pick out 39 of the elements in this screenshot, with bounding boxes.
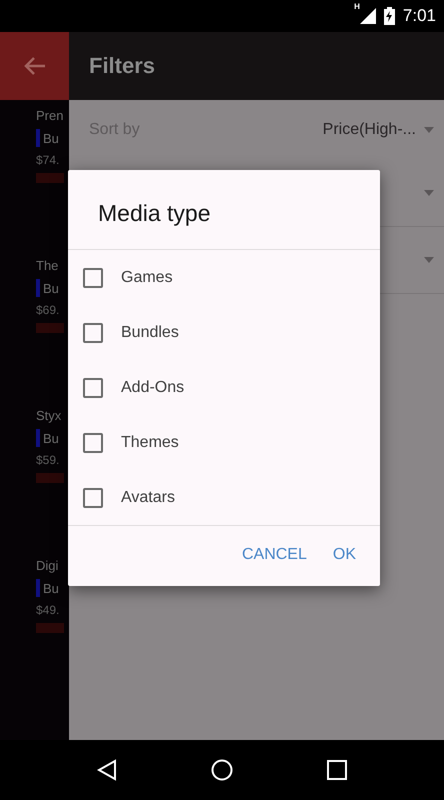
product-name: Pren <box>36 108 64 123</box>
option-label[interactable]: Bundles <box>121 324 179 342</box>
product-name: The <box>36 258 60 273</box>
checkbox[interactable] <box>83 268 103 288</box>
dialog-button[interactable]: CANCEL <box>234 540 315 570</box>
tag-marker <box>36 129 40 147</box>
product-price: $59. <box>36 453 60 467</box>
option-label[interactable]: Add-Ons <box>121 378 184 396</box>
option-label[interactable]: Games <box>121 268 173 286</box>
tag-marker <box>36 429 40 447</box>
signal-icon <box>360 8 376 24</box>
dialog-button[interactable]: OK <box>324 540 364 570</box>
product-name: Styx <box>36 408 62 423</box>
product-name: Digi <box>36 558 60 573</box>
back-nav-icon[interactable] <box>97 759 117 781</box>
checkbox[interactable] <box>83 378 103 398</box>
tag-marker <box>36 279 40 297</box>
option-label[interactable]: Avatars <box>121 488 175 506</box>
checkbox[interactable] <box>83 432 103 452</box>
product-tag: Bu <box>43 130 59 146</box>
dialog-title: Media type <box>68 170 380 250</box>
product-price: $69. <box>36 303 60 317</box>
product-tag: Bu <box>43 430 59 446</box>
product-price: $74. <box>36 153 60 167</box>
network-type: H <box>354 2 360 11</box>
recents-nav-icon[interactable] <box>327 760 347 780</box>
product-tag: Bu <box>43 580 59 596</box>
product-tag: Bu <box>43 280 59 296</box>
clock-time: 7:01 <box>402 6 436 26</box>
product-price: $49. <box>36 603 60 617</box>
option-label[interactable]: Themes <box>121 434 179 452</box>
tag-marker <box>36 579 40 597</box>
toolbar-title: Filters <box>89 53 156 79</box>
home-nav-icon[interactable] <box>211 759 233 781</box>
checkbox[interactable] <box>83 322 103 342</box>
checkbox[interactable] <box>83 488 103 508</box>
back-arrow-icon[interactable] <box>24 57 46 75</box>
battery-charging-icon <box>384 7 395 25</box>
sort-value[interactable]: Price(High-... <box>322 121 416 139</box>
